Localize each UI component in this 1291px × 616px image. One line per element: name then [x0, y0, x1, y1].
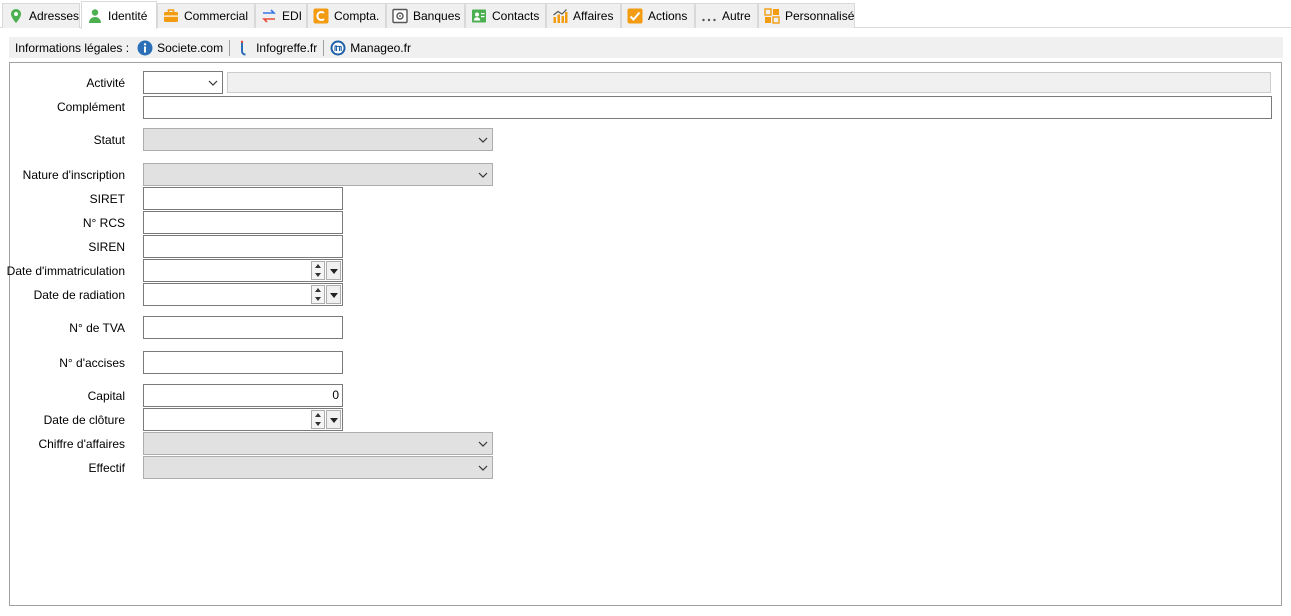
safe-icon — [392, 8, 408, 24]
dropdown-button[interactable] — [326, 410, 341, 429]
person-icon — [87, 8, 103, 24]
tab-label: Adresses — [29, 9, 80, 23]
tab-identite[interactable]: Identité — [81, 1, 157, 29]
tab-actions[interactable]: Actions — [621, 3, 695, 28]
tab-contacts[interactable]: Contacts — [465, 3, 546, 28]
date-cloture-label: Date de clôture — [43, 413, 125, 427]
chevron-down-icon — [478, 172, 488, 178]
rcs-input[interactable] — [143, 211, 343, 234]
rcs-label: N° RCS — [82, 216, 125, 230]
siret-input[interactable] — [143, 187, 343, 210]
spin-buttons[interactable] — [311, 261, 325, 280]
bar-chart-icon — [552, 8, 568, 24]
activite-description-field — [227, 72, 1271, 93]
checkmark-icon — [627, 8, 643, 24]
accises-input[interactable] — [143, 351, 343, 374]
tab-banques[interactable]: Banques — [386, 3, 465, 28]
manageo-link-label: Manageo.fr — [350, 40, 411, 55]
infogreffe-icon — [236, 40, 252, 56]
separator — [323, 39, 325, 56]
tab-affaires[interactable]: Affaires — [546, 3, 621, 28]
dropdown-arrow-icon — [330, 418, 338, 423]
briefcase-icon — [163, 8, 179, 24]
tab-commercial[interactable]: Commercial — [157, 3, 255, 28]
separator — [229, 39, 231, 56]
tab-label: Affaires — [573, 9, 614, 23]
chevron-down-icon — [478, 465, 488, 471]
chiffre-affaires-label: Chiffre d'affaires — [38, 437, 125, 451]
siren-input[interactable] — [143, 235, 343, 258]
tab-label: Actions — [648, 9, 688, 23]
chevron-down-icon — [478, 441, 488, 447]
legal-info-label: Informations légales : — [15, 40, 130, 55]
dropdown-button[interactable] — [326, 285, 341, 304]
map-pin-icon — [8, 8, 24, 24]
accises-label: N° d'accises — [59, 356, 125, 370]
nature-inscription-label: Nature d'inscription — [22, 168, 125, 182]
tab-label: Compta. — [334, 9, 380, 23]
chiffre-affaires-select[interactable] — [143, 432, 493, 455]
tab-label: Commercial — [184, 9, 249, 23]
tab-edi[interactable]: EDI — [255, 3, 307, 28]
chevron-down-icon — [208, 80, 218, 86]
infogreffe-link[interactable]: Infogreffe.fr — [236, 40, 317, 56]
spin-buttons[interactable] — [311, 410, 325, 429]
complement-label: Complément — [56, 100, 125, 114]
dropdown-arrow-icon — [330, 269, 338, 274]
effectif-label: Effectif — [88, 461, 125, 475]
tab-adresses[interactable]: Adresses — [2, 3, 80, 28]
dropdown-button[interactable] — [326, 261, 341, 280]
capital-label: Capital — [87, 389, 125, 403]
tab-label: Banques — [413, 9, 461, 23]
accounting-icon — [313, 8, 329, 24]
activite-label: Activité — [86, 76, 125, 90]
spin-buttons[interactable] — [311, 285, 325, 304]
nature-inscription-select[interactable] — [143, 163, 493, 186]
statut-label: Statut — [93, 133, 125, 147]
capital-input[interactable]: 0 — [143, 384, 343, 407]
manageo-icon — [330, 40, 346, 56]
legal-info-bar: Informations légales : Societe.com Infog… — [9, 37, 1283, 58]
tva-label: N° de TVA — [69, 321, 125, 335]
tab-label: Personnalisé — [785, 9, 855, 23]
tva-input[interactable] — [143, 316, 343, 339]
tab-label: Identité — [108, 8, 148, 23]
contact-card-icon — [471, 8, 487, 24]
date-immatriculation-picker[interactable] — [143, 259, 343, 282]
date-radiation-label: Date de radiation — [33, 288, 125, 302]
activite-select[interactable] — [143, 71, 223, 94]
tab-label: Contacts — [492, 9, 540, 23]
statut-select[interactable] — [143, 128, 493, 151]
siren-label: SIREN — [88, 240, 125, 254]
info-circle-icon — [137, 40, 153, 56]
siret-label: SIRET — [89, 192, 125, 206]
infogreffe-link-label: Infogreffe.fr — [256, 40, 318, 55]
tab-label: Autre — [722, 9, 751, 23]
exchange-arrows-icon — [261, 8, 277, 24]
societe-link[interactable]: Societe.com — [137, 40, 223, 56]
tab-bar: Adresses Identité Commercial EDI Compta.… — [0, 0, 1291, 29]
date-radiation-picker[interactable] — [143, 283, 343, 306]
tab-label: EDI — [282, 9, 303, 23]
dropdown-arrow-icon — [330, 293, 338, 298]
complement-input[interactable] — [143, 96, 1272, 119]
manageo-link[interactable]: Manageo.fr — [330, 40, 411, 56]
identity-form-panel: Activité Complément Statut Nature d'insc… — [6, 62, 1282, 606]
date-immatriculation-label: Date d'immatriculation — [6, 264, 125, 278]
tab-autre[interactable]: Autre — [695, 3, 758, 28]
ellipsis-icon — [701, 8, 717, 24]
societe-link-label: Societe.com — [157, 40, 224, 55]
date-cloture-picker[interactable] — [143, 408, 343, 431]
tab-personnalise[interactable]: Personnalisé — [758, 3, 855, 28]
custom-grid-icon — [764, 8, 780, 24]
tab-compta[interactable]: Compta. — [307, 3, 386, 28]
chevron-down-icon — [478, 137, 488, 143]
effectif-select[interactable] — [143, 456, 493, 479]
